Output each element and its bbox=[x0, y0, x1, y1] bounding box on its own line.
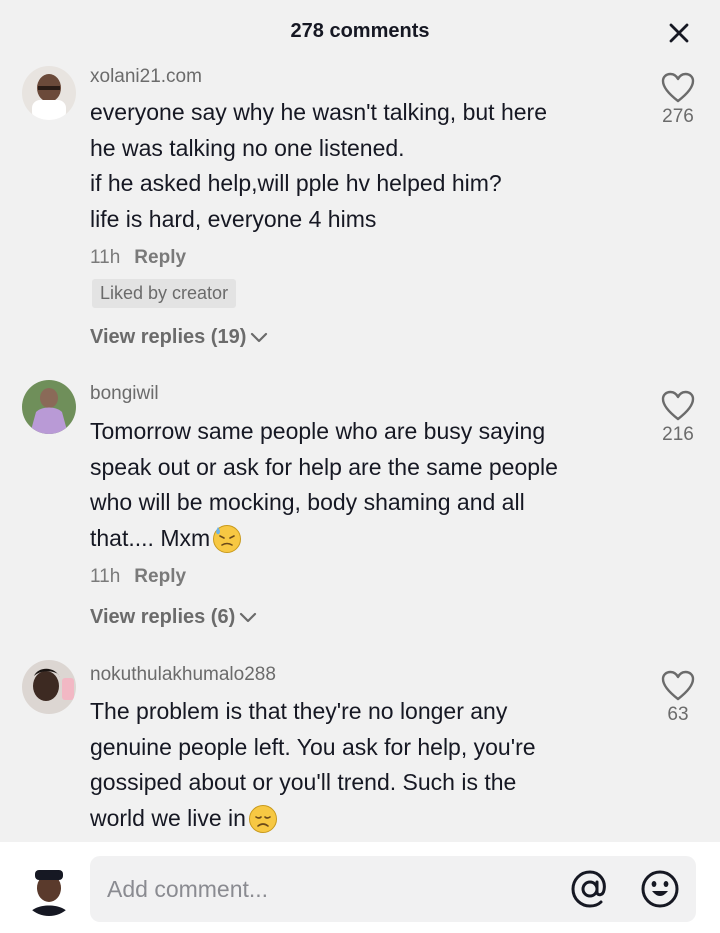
add-comment-placeholder: Add comment... bbox=[107, 876, 269, 902]
like-control[interactable]: 216 bbox=[654, 390, 702, 446]
comment-meta: 11h Reply bbox=[90, 566, 186, 588]
comment-composer: Add comment... bbox=[0, 842, 720, 933]
like-control[interactable]: 63 bbox=[654, 670, 702, 726]
heart-icon[interactable] bbox=[661, 72, 695, 104]
comment-line: he was talking no one listened. bbox=[90, 134, 405, 161]
avatar[interactable] bbox=[22, 380, 76, 434]
heart-icon[interactable] bbox=[661, 390, 695, 422]
avatar[interactable] bbox=[22, 660, 76, 714]
comment-list[interactable]: xolani21.com everyone say why he wasn't … bbox=[0, 60, 720, 842]
smiley-icon[interactable] bbox=[640, 869, 680, 909]
comment-line-text: world we live in bbox=[90, 804, 246, 831]
view-replies-button[interactable]: View replies (6) bbox=[90, 606, 257, 629]
view-replies-label: View replies (6) bbox=[90, 606, 236, 628]
comment-line: that.... Mxm bbox=[90, 521, 630, 557]
comment-line: if he asked help,will pple hv helped him… bbox=[90, 170, 502, 196]
avatar[interactable] bbox=[22, 66, 76, 120]
comment-line: gossiped about or you'll trend. Such is … bbox=[90, 769, 517, 795]
comment-text: Tomorrow same people who are busy saying… bbox=[90, 414, 630, 556]
comment-text: everyone say why he wasn't talking, but … bbox=[90, 95, 630, 237]
chevron-down-icon bbox=[251, 332, 268, 342]
like-count: 216 bbox=[662, 424, 694, 445]
current-user-avatar[interactable] bbox=[22, 862, 76, 916]
comments-count-title: 278 comments bbox=[290, 20, 430, 42]
disappointed-emoji-icon bbox=[248, 805, 277, 834]
comment-time: 11h bbox=[90, 566, 121, 587]
comment-line: Tomorrow same people who are busy saying bbox=[90, 418, 546, 444]
chevron-down-icon bbox=[240, 612, 257, 622]
heart-icon[interactable] bbox=[661, 670, 695, 702]
like-count: 276 bbox=[662, 106, 694, 127]
comment-line: genuine people left. You ask for help, y… bbox=[90, 733, 536, 760]
comment-username[interactable]: xolani21.com bbox=[90, 66, 202, 88]
reply-button[interactable]: Reply bbox=[134, 247, 186, 268]
view-replies-button[interactable]: View replies (19) bbox=[90, 326, 268, 349]
view-replies-label: View replies (19) bbox=[90, 326, 247, 348]
comment-meta: 11h Reply bbox=[90, 247, 186, 269]
add-comment-input[interactable]: Add comment... bbox=[90, 856, 696, 922]
comment-line-text: that.... Mxm bbox=[90, 524, 211, 551]
downcast-sweat-emoji-icon bbox=[213, 525, 242, 554]
close-icon[interactable] bbox=[666, 20, 692, 46]
comment-line: life is hard, everyone 4 hims bbox=[90, 205, 377, 232]
comment-line: everyone say why he wasn't talking, but … bbox=[90, 99, 547, 125]
at-icon[interactable] bbox=[570, 869, 610, 909]
reply-button[interactable]: Reply bbox=[134, 566, 186, 587]
comment-text: The problem is that they're no longer an… bbox=[90, 694, 630, 836]
comment-line: who will be mocking, body shaming and al… bbox=[90, 489, 525, 515]
liked-by-creator-badge: Liked by creator bbox=[92, 279, 237, 308]
comment-username[interactable]: bongiwil bbox=[90, 383, 159, 405]
comment-line: The problem is that they're no longer an… bbox=[90, 698, 508, 724]
like-control[interactable]: 276 bbox=[654, 72, 702, 128]
comment-time: 11h bbox=[90, 247, 121, 268]
comment-line: world we live in bbox=[90, 801, 630, 837]
comment-username[interactable]: nokuthulakhumalo288 bbox=[90, 664, 276, 686]
like-count: 63 bbox=[667, 704, 689, 725]
comment-line: speak out or ask for help are the same p… bbox=[90, 453, 558, 480]
comments-header: 278 comments bbox=[0, 0, 720, 64]
